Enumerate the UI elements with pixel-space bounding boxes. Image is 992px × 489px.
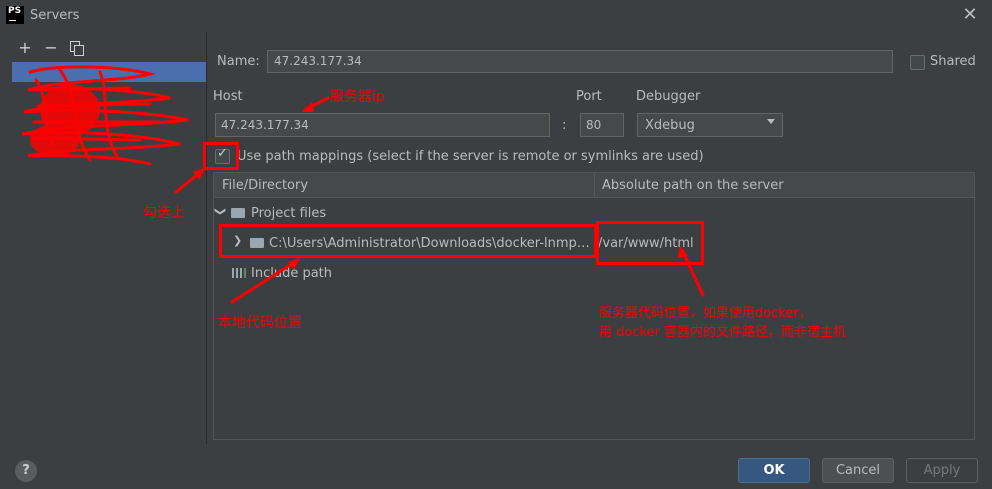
help-button[interactable]: ?	[15, 460, 37, 482]
apply-button[interactable]: Apply	[906, 458, 978, 483]
annotation-server-code-line1: 服务器代码位置，如果使用docker，	[599, 306, 812, 321]
arrow-to-server-path	[680, 248, 705, 297]
cancel-button[interactable]: Cancel	[822, 458, 894, 483]
ok-button[interactable]: OK	[738, 458, 810, 483]
annotation-arrows	[174, 96, 705, 304]
arrow-to-local-path	[230, 258, 300, 304]
annotation-local-code: 本地代码位置	[218, 315, 302, 331]
annotation-server-code-line2: 用 docker 容器内的文件路径，而非宿主机	[599, 325, 847, 340]
annotation-server-ip: 服务器ip	[330, 89, 385, 105]
annotation-check-on: 勾选上	[143, 205, 185, 221]
